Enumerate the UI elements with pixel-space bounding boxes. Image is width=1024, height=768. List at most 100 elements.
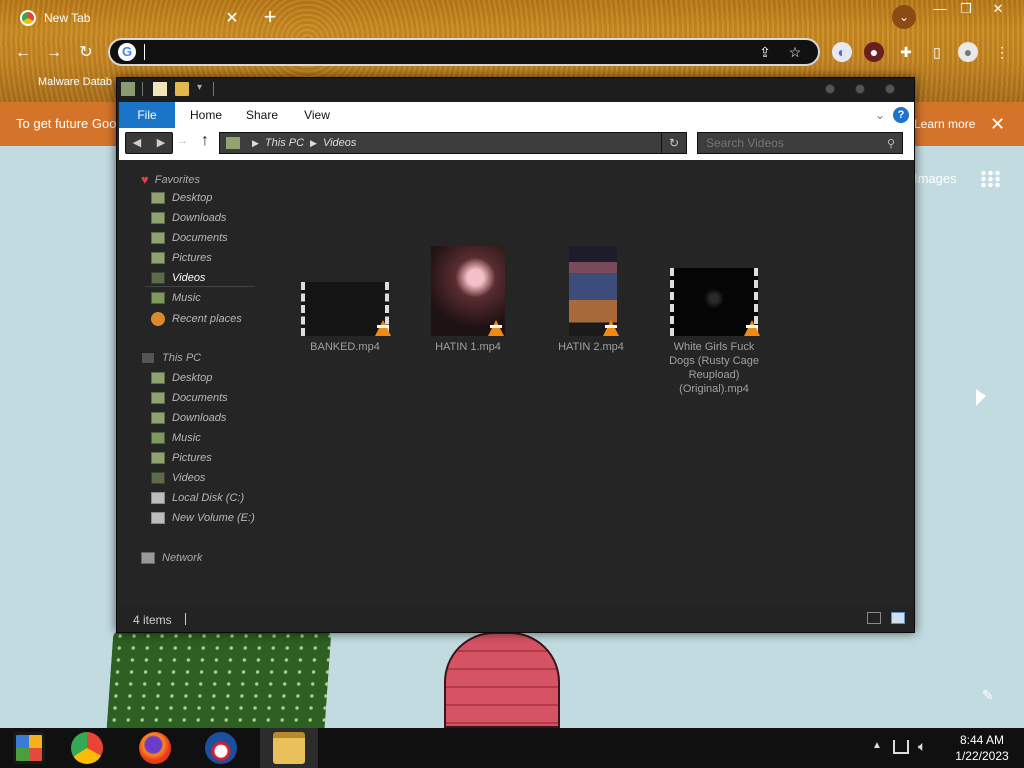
explorer-maximize-button[interactable] xyxy=(855,84,865,94)
text-caret xyxy=(144,44,145,60)
bookmark-item[interactable]: Malware Datab xyxy=(38,76,112,88)
tab-title: New Tab xyxy=(44,11,91,25)
images-link[interactable]: Images xyxy=(914,171,957,186)
nav-pc-new-volume[interactable]: New Volume (E:) xyxy=(151,512,255,524)
nav-pc-pictures[interactable]: Pictures xyxy=(151,452,212,464)
forward-icon[interactable]: → xyxy=(41,40,67,66)
tab-file[interactable]: File xyxy=(119,102,175,128)
back-icon[interactable]: ← xyxy=(10,40,36,66)
forward-arrow-icon[interactable]: ▶ xyxy=(150,136,172,149)
extension-avatar-icon[interactable]: ● xyxy=(864,42,884,62)
nav-label: Downloads xyxy=(172,412,227,424)
new-folder-icon[interactable] xyxy=(175,82,189,96)
recent-locations-icon[interactable]: → xyxy=(177,135,188,147)
properties-icon[interactable] xyxy=(153,82,167,96)
nav-pc-music[interactable]: Music xyxy=(151,432,201,444)
search-icon[interactable]: ⚲ xyxy=(880,137,902,150)
bookmark-star-icon[interactable]: ☆ xyxy=(780,44,810,61)
tab-share[interactable]: Share xyxy=(239,102,285,128)
address-bar[interactable]: ▶ This PC ▶ Videos xyxy=(219,132,687,154)
search-input[interactable] xyxy=(698,136,880,150)
tab-close-icon[interactable]: ✕ xyxy=(224,8,240,28)
start-button[interactable] xyxy=(0,728,58,768)
customize-pencil-icon[interactable]: ✎ xyxy=(982,687,994,704)
downloads-folder-icon xyxy=(151,212,165,224)
explorer-minimize-button[interactable] xyxy=(825,84,835,94)
extensions-puzzle-icon[interactable]: ✚ xyxy=(896,42,916,62)
browser-tab[interactable]: New Tab ✕ xyxy=(8,2,248,34)
explorer-close-button[interactable] xyxy=(885,84,895,94)
file-name: White Girls Fuck Dogs (Rusty Cage Reuplo… xyxy=(669,341,759,395)
nav-item-documents[interactable]: Documents xyxy=(151,232,228,244)
search-box[interactable]: ⚲ xyxy=(697,132,903,154)
nav-pc-downloads[interactable]: Downloads xyxy=(151,412,226,424)
pictures-folder-icon xyxy=(151,252,165,264)
extension-badge-icon[interactable]: ◐ xyxy=(832,42,852,62)
address-row: ◀ ▶ → ↑ ▶ This PC ▶ Videos ↻ ⚲ xyxy=(119,128,914,160)
url-input[interactable] xyxy=(149,44,750,60)
new-tab-button[interactable]: + xyxy=(258,4,282,30)
nav-pc-desktop[interactable]: Desktop xyxy=(151,372,212,384)
nav-pc-videos[interactable]: Videos xyxy=(151,472,205,484)
taskbar-chrome[interactable] xyxy=(58,728,116,768)
customize-toolbar-icon[interactable]: ▾ xyxy=(197,82,202,93)
side-panel-icon[interactable]: ▯ xyxy=(927,42,947,62)
nav-item-music[interactable]: Music xyxy=(151,292,201,304)
learn-more-link[interactable]: Learn more xyxy=(914,117,975,131)
up-arrow-icon[interactable]: ↑ xyxy=(201,132,209,150)
refresh-icon[interactable]: ↻ xyxy=(661,132,687,154)
nav-favorites-header[interactable]: ♥ Favorites xyxy=(141,172,200,187)
apps-grid-icon[interactable] xyxy=(980,170,1000,188)
nav-pc-documents[interactable]: Documents xyxy=(151,392,228,404)
nav-this-pc-header[interactable]: This PC xyxy=(141,352,201,364)
nav-item-recent-places[interactable]: Recent places xyxy=(151,312,242,326)
nav-item-desktop[interactable]: Desktop xyxy=(151,192,212,204)
google-icon: G xyxy=(118,43,136,61)
details-view-icon[interactable] xyxy=(867,612,881,624)
volume-icon[interactable]: 🔈︎ xyxy=(918,738,926,755)
share-icon[interactable]: ⇪ xyxy=(750,44,780,61)
menu-kebab-icon[interactable]: ⋮ xyxy=(992,42,1012,62)
tab-search-icon[interactable]: ⌄ xyxy=(892,5,916,29)
profile-icon[interactable]: ● xyxy=(958,42,978,62)
nav-label: Pictures xyxy=(172,252,212,264)
tab-view[interactable]: View xyxy=(297,102,337,128)
vlc-cone-icon xyxy=(603,320,619,336)
network-tray-icon[interactable] xyxy=(893,740,909,754)
file-explorer-window: ▾ File Home Share View ⌄ ? ◀ ▶ → ↑ ▶ Thi… xyxy=(116,77,915,633)
taskbar-firefox[interactable] xyxy=(126,728,184,768)
nav-label: Music xyxy=(172,432,201,444)
nav-item-pictures[interactable]: Pictures xyxy=(151,252,212,264)
nav-item-videos[interactable]: Videos xyxy=(151,272,205,284)
back-arrow-icon[interactable]: ◀ xyxy=(126,136,148,149)
show-hidden-icons-icon[interactable]: ▲ xyxy=(872,740,882,751)
taskbar-file-explorer[interactable] xyxy=(260,728,318,768)
file-item[interactable]: White Girls Fuck Dogs (Rusty Cage Reuplo… xyxy=(664,242,764,402)
file-item[interactable]: HATIN 2.mp4 xyxy=(541,242,641,362)
maximize-button[interactable]: ❐ xyxy=(950,0,982,18)
info-bar-close-icon[interactable]: ✕ xyxy=(990,114,1005,135)
chevron-right-icon[interactable]: ▶ xyxy=(252,138,259,149)
separator xyxy=(185,613,186,625)
file-item[interactable]: BANKED.mp4 xyxy=(295,242,395,362)
chevron-right-icon[interactable]: ▶ xyxy=(310,138,317,149)
omnibox[interactable]: G ⇪ ☆ xyxy=(108,38,820,66)
large-icons-view-icon[interactable] xyxy=(891,612,905,624)
close-button[interactable]: ✕ xyxy=(982,0,1014,18)
file-item[interactable]: HATIN 1.mp4 xyxy=(418,242,518,362)
vlc-cone-icon xyxy=(744,320,760,336)
breadcrumb-this-pc[interactable]: This PC xyxy=(265,137,304,149)
expand-ribbon-icon[interactable]: ⌄ xyxy=(875,108,885,122)
taskbar-obama-app[interactable] xyxy=(192,728,250,768)
nav-label: Recent places xyxy=(172,313,242,325)
clock[interactable]: 8:44 AM 1/22/2023 xyxy=(944,732,1020,764)
breadcrumb-videos[interactable]: Videos xyxy=(323,137,356,149)
reload-icon[interactable]: ↻ xyxy=(73,40,99,66)
nav-item-downloads[interactable]: Downloads xyxy=(151,212,226,224)
tab-home[interactable]: Home xyxy=(181,102,231,128)
desktop-folder-icon xyxy=(151,192,165,204)
nav-network[interactable]: Network xyxy=(141,552,202,564)
help-icon[interactable]: ? xyxy=(893,107,909,123)
nav-pc-local-disk[interactable]: Local Disk (C:) xyxy=(151,492,244,504)
videos-folder-icon xyxy=(151,472,165,484)
